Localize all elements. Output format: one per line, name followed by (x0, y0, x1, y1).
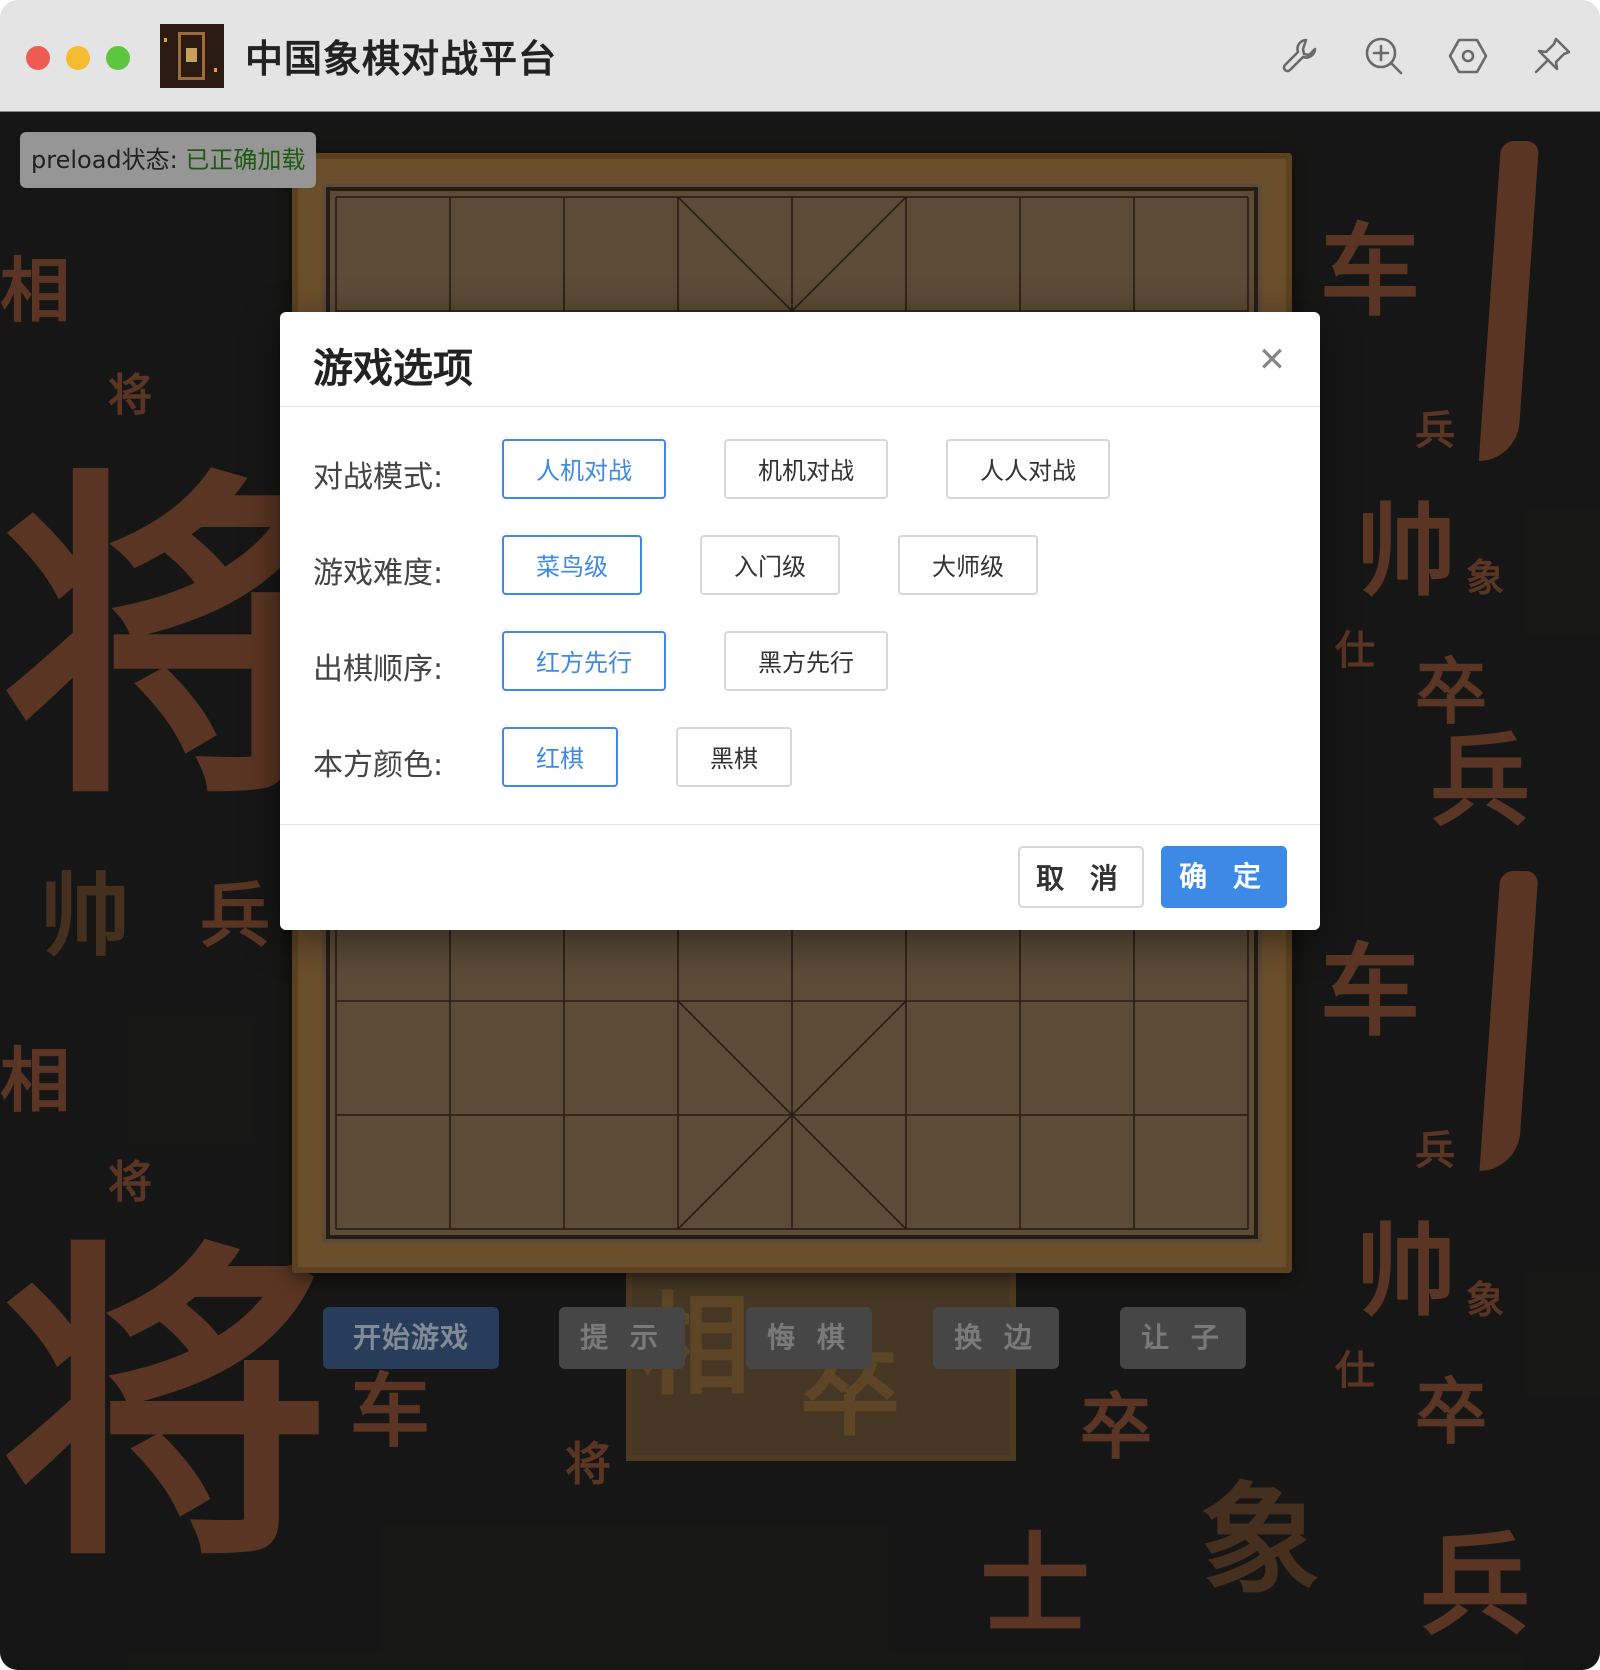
maximize-window-button[interactable] (106, 46, 130, 70)
divider (280, 824, 1320, 825)
close-window-button[interactable] (26, 46, 50, 70)
order-red-first-button[interactable]: 红方先行 (502, 631, 666, 691)
battle-mode-label: 对战模式: (313, 460, 444, 495)
mode-human-vs-human-button[interactable]: 人人对战 (946, 439, 1110, 499)
move-order-label: 出棋顺序: (313, 652, 444, 687)
difficulty-master-button[interactable]: 大师级 (898, 535, 1038, 595)
game-options-dialog: 游戏选项 ✕ 对战模式: 人机对战 机机对战 人人对战 游戏难度: 菜鸟级 入门… (280, 312, 1320, 930)
mode-ai-vs-ai-button[interactable]: 机机对战 (724, 439, 888, 499)
window-title: 中国象棋对战平台 (245, 37, 558, 81)
zoom-in-icon[interactable] (1362, 34, 1406, 78)
settings-hex-icon[interactable] (1446, 34, 1490, 78)
color-black-button[interactable]: 黑棋 (676, 727, 792, 787)
title-bar: 中国象棋对战平台 (0, 0, 1600, 112)
app-window: 中国象棋对战平台 相 将 将 兵 帅 相 将 将 车 将 车 兵 帅 象 仕 卒… (0, 0, 1600, 1670)
wrench-icon[interactable] (1278, 34, 1322, 78)
mode-human-vs-ai-button[interactable]: 人机对战 (502, 439, 666, 499)
cancel-button[interactable]: 取 消 (1018, 846, 1144, 908)
app-logo-icon (160, 24, 224, 88)
close-icon[interactable]: ✕ (1254, 342, 1290, 378)
color-red-button[interactable]: 红棋 (502, 727, 618, 787)
minimize-window-button[interactable] (66, 46, 90, 70)
difficulty-label: 游戏难度: (313, 556, 444, 591)
difficulty-beginner-button[interactable]: 菜鸟级 (502, 535, 642, 595)
order-black-first-button[interactable]: 黑方先行 (724, 631, 888, 691)
confirm-button[interactable]: 确 定 (1161, 846, 1287, 908)
difficulty-entry-button[interactable]: 入门级 (700, 535, 840, 595)
divider (280, 406, 1320, 407)
dialog-title: 游戏选项 (313, 346, 473, 392)
pin-icon[interactable] (1530, 34, 1574, 78)
side-color-label: 本方颜色: (313, 748, 444, 783)
